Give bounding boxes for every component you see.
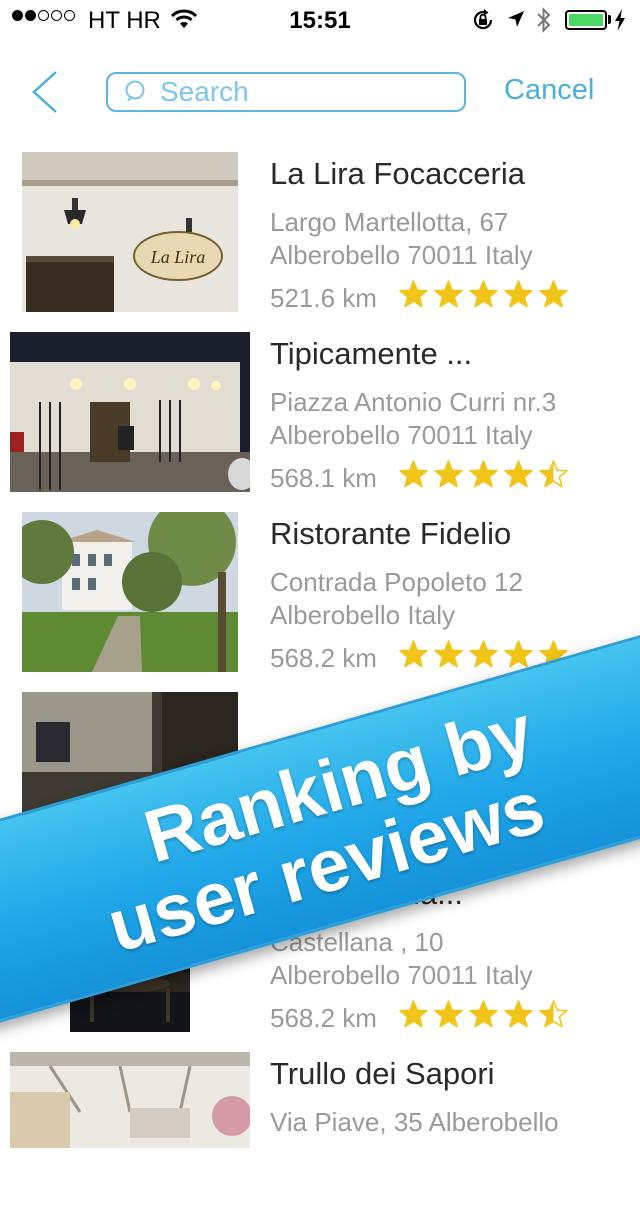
list-item[interactable]: Ristorante Fidelio Contrada Popoleto 12 … — [0, 500, 640, 680]
restaurant-photo — [22, 692, 238, 852]
address-line2: Alberobello Italy — [270, 600, 455, 630]
svg-text:La Lira: La Lira — [150, 247, 206, 267]
address-line2: Alberobello 70011 Italy — [270, 420, 533, 450]
star-full-icon — [504, 460, 533, 488]
star-full-icon — [469, 280, 498, 308]
distance-label: 521.6 km — [270, 283, 377, 313]
search-icon — [125, 80, 145, 102]
star-full-icon — [434, 1000, 463, 1028]
star-full-icon — [504, 280, 533, 308]
star-full-icon — [399, 460, 428, 488]
restaurant-photo — [70, 872, 190, 1032]
list-item[interactable] — [0, 680, 640, 860]
rating-stars — [399, 460, 568, 488]
star-full-icon — [469, 1000, 498, 1028]
address-line1: Largo Martellotta, 67 — [270, 207, 509, 237]
star-full-icon — [469, 640, 498, 668]
list-item[interactable]: Trullo dei Sapori Via Piave, 35 Alberobe… — [0, 1040, 640, 1220]
back-chevron-icon[interactable] — [28, 70, 62, 114]
address-line2: Alberobello 70011 Italy — [270, 240, 533, 270]
address-line1: Piazza Antonio Curri nr.3 — [270, 387, 557, 417]
rating-stars — [399, 1000, 568, 1028]
restaurant-name: Tipicamente ... — [270, 336, 473, 371]
list-item[interactable]: La Lira La Lira Focacceria Largo Martell… — [0, 140, 640, 320]
rotation-lock-icon — [473, 9, 493, 30]
search-input[interactable] — [160, 76, 440, 108]
star-half-icon — [539, 460, 568, 488]
restaurant-name: Ristorante Fidelio — [270, 516, 512, 551]
address-line2: Alberobello 70011 Italy — [270, 960, 533, 990]
address-line1: Via Piave, 35 Alberobello — [270, 1107, 559, 1137]
star-full-icon — [399, 1000, 428, 1028]
list-item[interactable]: Tipicamente ... Piazza Antonio Curri nr.… — [0, 320, 640, 500]
star-half-icon — [539, 1000, 568, 1028]
rating-stars — [399, 640, 568, 668]
navigation-bar: Cancel — [0, 40, 640, 140]
restaurant-photo — [10, 1052, 250, 1148]
address-line1: Castellana , 10 — [270, 927, 444, 957]
star-full-icon — [434, 280, 463, 308]
list-item[interactable]: ...a Braceria... Castellana , 10 Alberob… — [0, 860, 640, 1040]
address-line1: Contrada Popoleto 12 — [270, 567, 523, 597]
restaurant-photo — [10, 332, 250, 492]
star-full-icon — [399, 640, 428, 668]
rating-stars — [399, 280, 568, 308]
distance-label: 568.2 km — [270, 643, 377, 673]
star-full-icon — [539, 640, 568, 668]
distance-label: 568.1 km — [270, 463, 377, 493]
location-arrow-icon — [508, 11, 524, 27]
star-full-icon — [469, 460, 498, 488]
distance-label: 568.2 km — [270, 1003, 377, 1033]
charging-bolt-icon — [615, 9, 625, 31]
restaurant-photo — [22, 512, 238, 672]
star-full-icon — [504, 640, 533, 668]
star-full-icon — [504, 1000, 533, 1028]
bluetooth-icon — [537, 7, 551, 33]
restaurant-name: Trullo dei Sapori — [270, 1056, 495, 1091]
star-full-icon — [434, 460, 463, 488]
restaurant-name: La Lira Focacceria — [270, 156, 526, 191]
star-full-icon — [399, 280, 428, 308]
star-full-icon — [434, 640, 463, 668]
restaurant-photo: La Lira — [22, 152, 238, 312]
star-full-icon — [539, 280, 568, 308]
battery-icon — [565, 10, 607, 30]
status-bar: HT HR 15:51 — [0, 0, 640, 40]
restaurant-name: ...a Braceria... — [270, 876, 463, 911]
search-field[interactable] — [106, 72, 466, 112]
cancel-button[interactable]: Cancel — [504, 74, 594, 107]
